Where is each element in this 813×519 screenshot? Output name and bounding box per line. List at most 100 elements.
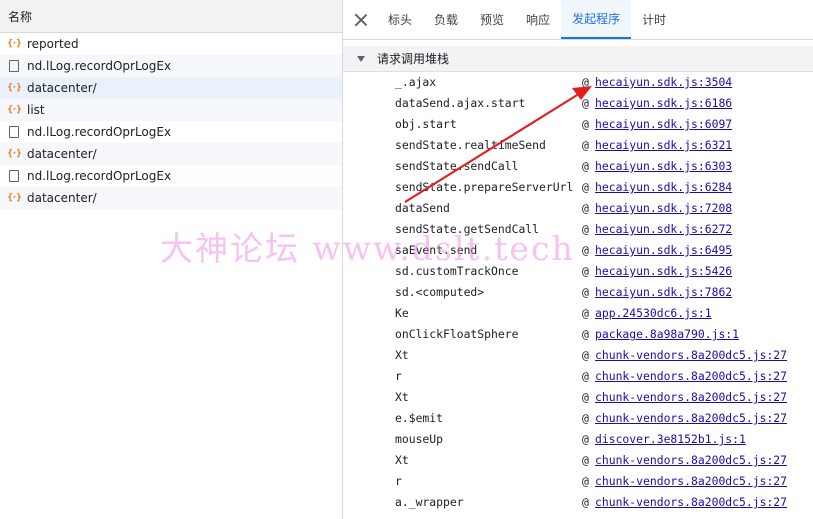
function-name: e.$emit (395, 411, 444, 425)
source-link[interactable]: hecaiyun.sdk.js:6495 (595, 243, 732, 257)
source-link[interactable]: package.8a98a790.js:1 (595, 327, 739, 341)
source-link[interactable]: hecaiyun.sdk.js:6097 (595, 117, 732, 131)
at-symbol: @ (582, 96, 589, 110)
stack-frame: sendState.getSendCall @ hecaiyun.sdk.js:62… (343, 219, 813, 240)
source-link[interactable]: hecaiyun.sdk.js:5426 (595, 264, 732, 278)
request-name: list (27, 103, 45, 117)
tab-strip: 标头 负载 预览 响应 发起程序 计时 (377, 0, 677, 39)
source-link[interactable]: hecaiyun.sdk.js:6272 (595, 222, 732, 236)
tab-5[interactable]: 计时 (631, 0, 677, 39)
at-symbol: @ (582, 474, 589, 488)
request-row[interactable]: {·} datacenter/ (0, 143, 342, 165)
source-link[interactable]: hecaiyun.sdk.js:6303 (595, 159, 732, 173)
tab-2[interactable]: 预览 (469, 0, 515, 39)
xhr-braces-icon: {·} (7, 149, 21, 159)
function-name: obj.start (395, 117, 457, 131)
call-stack-section-title: 请求调用堆栈 (377, 52, 450, 66)
document-icon (9, 126, 19, 138)
xhr-braces-icon: {·} (7, 83, 21, 93)
at-symbol: @ (582, 306, 589, 320)
stack-frame: a._wrapper @ chunk-vendors.8a200dc5.js:27 (343, 492, 813, 513)
request-row[interactable]: nd.lLog.recordOprLogEx (0, 121, 342, 143)
request-row[interactable]: {·} list (0, 99, 342, 121)
name-column-header[interactable]: 名称 (0, 0, 342, 33)
at-symbol: @ (582, 159, 589, 173)
at-symbol: @ (582, 75, 589, 89)
stack-frame: Xt @ chunk-vendors.8a200dc5.js:27 (343, 450, 813, 471)
stack-frame: onClickFloatSphere @ package.8a98a790.js:1 (343, 324, 813, 345)
stack-frame: _.ajax @ hecaiyun.sdk.js:3504 (343, 72, 813, 93)
function-name: Xt (395, 453, 409, 467)
function-name: mouseUp (395, 432, 444, 446)
stack-frame: r @ chunk-vendors.8a200dc5.js:27 (343, 471, 813, 492)
request-name: nd.lLog.recordOprLogEx (27, 125, 172, 139)
stack-frame: saEvent.send @ hecaiyun.sdk.js:6495 (343, 240, 813, 261)
name-column-label: 名称 (8, 10, 33, 24)
tab-0[interactable]: 标头 (377, 0, 423, 39)
stack-frame: sd.customTrackOnce @ hecaiyun.sdk.js:5426 (343, 261, 813, 282)
stack-frame: sd.<computed> @ hecaiyun.sdk.js:7862 (343, 282, 813, 303)
stack-frame: Xt @ chunk-vendors.8a200dc5.js:27 (343, 345, 813, 366)
source-link[interactable]: hecaiyun.sdk.js:6284 (595, 180, 732, 194)
tab-1[interactable]: 负载 (423, 0, 469, 39)
document-icon (9, 170, 19, 182)
source-link[interactable]: hecaiyun.sdk.js:6186 (595, 96, 732, 110)
at-symbol: @ (582, 180, 589, 194)
function-name: sd.<computed> (395, 285, 485, 299)
source-link[interactable]: discover.3e8152b1.js:1 (595, 432, 746, 446)
request-list: {·} reported nd.lLog.recordOprLogEx {·} data… (0, 33, 342, 209)
function-name: onClickFloatSphere (395, 327, 519, 341)
xhr-braces-icon: {·} (7, 39, 21, 49)
request-row[interactable]: nd.lLog.recordOprLogEx (0, 55, 342, 77)
stack-frame: r @ chunk-vendors.8a200dc5.js:27 (343, 366, 813, 387)
function-name: sendState.realtimeSend (395, 138, 546, 152)
stack-frame: sendState.sendCall @ hecaiyun.sdk.js:6303 (343, 156, 813, 177)
at-symbol: @ (582, 327, 589, 341)
function-name: Ke (395, 306, 409, 320)
source-link[interactable]: hecaiyun.sdk.js:7208 (595, 201, 732, 215)
triangle-down-icon[interactable] (357, 55, 365, 62)
request-row[interactable]: {·} datacenter/ (0, 77, 342, 99)
function-name: sendState.getSendCall (395, 222, 540, 236)
at-symbol: @ (582, 348, 589, 362)
stack-frame: obj.start @ hecaiyun.sdk.js:6097 (343, 114, 813, 135)
request-name: datacenter/ (27, 81, 97, 95)
tab-4[interactable]: 发起程序 (561, 0, 632, 39)
request-row[interactable]: {·} datacenter/ (0, 187, 342, 209)
call-stack-list: _.ajax @ hecaiyun.sdk.js:3504 dataSend.ajax… (343, 72, 813, 513)
request-name: reported (27, 37, 79, 51)
at-symbol: @ (582, 285, 589, 299)
function-name: sendState.prepareServerUrl (395, 180, 574, 194)
request-row[interactable]: nd.lLog.recordOprLogEx (0, 165, 342, 187)
source-link[interactable]: hecaiyun.sdk.js:7862 (595, 285, 732, 299)
request-list-panel: 名称 {·} reported nd.lLog.recordOprLogEx {·} d… (0, 0, 343, 519)
source-link[interactable]: chunk-vendors.8a200dc5.js:27 (595, 369, 787, 383)
detail-tabs: 标头 负载 预览 响应 发起程序 计时 (343, 0, 813, 40)
source-link[interactable]: chunk-vendors.8a200dc5.js:27 (595, 390, 787, 404)
at-symbol: @ (582, 201, 589, 215)
function-name: Xt (395, 348, 409, 362)
source-link[interactable]: chunk-vendors.8a200dc5.js:27 (595, 348, 787, 362)
source-link[interactable]: hecaiyun.sdk.js:3504 (595, 75, 732, 89)
request-name: datacenter/ (27, 147, 97, 161)
source-link[interactable]: hecaiyun.sdk.js:6321 (595, 138, 732, 152)
at-symbol: @ (582, 243, 589, 257)
request-row[interactable]: {·} reported (0, 33, 342, 55)
call-stack-section-header[interactable]: 请求调用堆栈 (343, 46, 813, 72)
source-link[interactable]: app.24530dc6.js:1 (595, 306, 712, 320)
document-icon (9, 60, 19, 72)
source-link[interactable]: chunk-vendors.8a200dc5.js:27 (595, 495, 787, 509)
stack-frame: sendState.realtimeSend @ hecaiyun.sdk.js:6… (343, 135, 813, 156)
source-link[interactable]: chunk-vendors.8a200dc5.js:27 (595, 411, 787, 425)
source-link[interactable]: chunk-vendors.8a200dc5.js:27 (595, 453, 787, 467)
source-link[interactable]: chunk-vendors.8a200dc5.js:27 (595, 474, 787, 488)
function-name: sd.customTrackOnce (395, 264, 519, 278)
at-symbol: @ (582, 390, 589, 404)
close-icon[interactable] (353, 12, 369, 28)
stack-frame: Xt @ chunk-vendors.8a200dc5.js:27 (343, 387, 813, 408)
function-name: a._wrapper (395, 495, 464, 509)
at-symbol: @ (582, 411, 589, 425)
function-name: dataSend (395, 201, 450, 215)
tab-3[interactable]: 响应 (515, 0, 561, 39)
at-symbol: @ (582, 117, 589, 131)
